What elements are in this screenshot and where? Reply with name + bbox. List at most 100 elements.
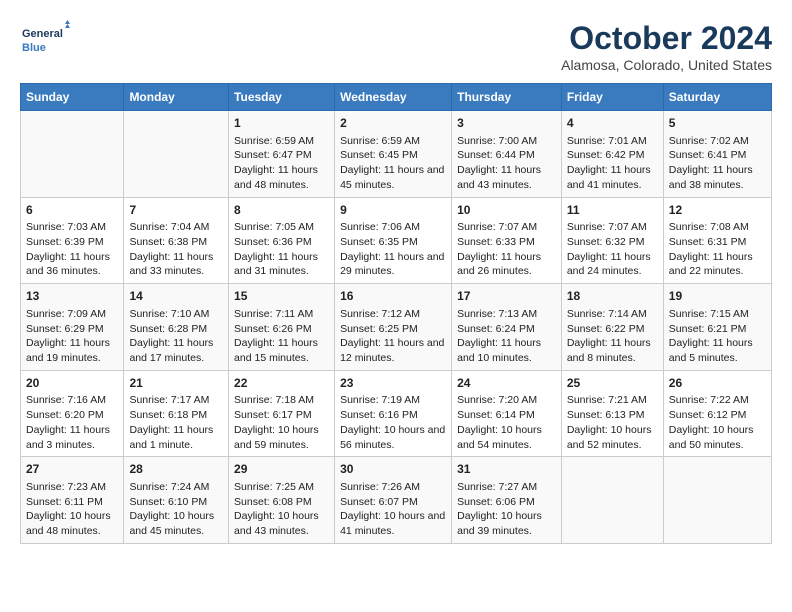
col-friday: Friday bbox=[561, 84, 663, 111]
calendar-cell: 7Sunrise: 7:04 AM Sunset: 6:38 PM Daylig… bbox=[124, 197, 229, 284]
col-thursday: Thursday bbox=[452, 84, 562, 111]
day-number: 12 bbox=[669, 202, 766, 219]
col-wednesday: Wednesday bbox=[335, 84, 452, 111]
col-tuesday: Tuesday bbox=[229, 84, 335, 111]
day-info: Sunrise: 7:15 AM Sunset: 6:21 PM Dayligh… bbox=[669, 307, 766, 366]
calendar-cell: 1 Sunrise: 6:59 AM Sunset: 6:47 PM Daylig… bbox=[229, 111, 335, 198]
day-info: Sunrise: 7:07 AM Sunset: 6:33 PM Dayligh… bbox=[457, 220, 556, 279]
calendar-cell bbox=[561, 457, 663, 544]
day-number: 7 bbox=[129, 202, 223, 219]
day-info: Sunrise: 7:05 AM Sunset: 6:36 PM Dayligh… bbox=[234, 220, 329, 279]
day-number: 21 bbox=[129, 375, 223, 392]
day-info: Sunrise: 7:00 AM Sunset: 6:44 PM Dayligh… bbox=[457, 134, 556, 193]
day-number: 29 bbox=[234, 461, 329, 478]
day-info: Sunrise: 7:03 AM Sunset: 6:39 PM Dayligh… bbox=[26, 220, 118, 279]
header-row: Sunday Monday Tuesday Wednesday Thursday… bbox=[21, 84, 772, 111]
calendar-cell: 22Sunrise: 7:18 AM Sunset: 6:17 PM Dayli… bbox=[229, 370, 335, 457]
col-monday: Monday bbox=[124, 84, 229, 111]
calendar-cell: 9Sunrise: 7:06 AM Sunset: 6:35 PM Daylig… bbox=[335, 197, 452, 284]
day-info: Sunrise: 7:17 AM Sunset: 6:18 PM Dayligh… bbox=[129, 393, 223, 452]
calendar-body: 1 Sunrise: 6:59 AM Sunset: 6:47 PM Daylig… bbox=[21, 111, 772, 544]
logo: General Blue bbox=[20, 20, 70, 60]
calendar-cell: 26Sunrise: 7:22 AM Sunset: 6:12 PM Dayli… bbox=[663, 370, 771, 457]
day-info: Sunrise: 7:26 AM Sunset: 6:07 PM Dayligh… bbox=[340, 480, 446, 539]
day-info: Sunrise: 7:07 AM Sunset: 6:32 PM Dayligh… bbox=[567, 220, 658, 279]
day-number: 19 bbox=[669, 288, 766, 305]
calendar-cell: 31Sunrise: 7:27 AM Sunset: 6:06 PM Dayli… bbox=[452, 457, 562, 544]
calendar-header: Sunday Monday Tuesday Wednesday Thursday… bbox=[21, 84, 772, 111]
calendar-cell: 21Sunrise: 7:17 AM Sunset: 6:18 PM Dayli… bbox=[124, 370, 229, 457]
title-area: October 2024 Alamosa, Colorado, United S… bbox=[561, 20, 772, 73]
day-number: 20 bbox=[26, 375, 118, 392]
calendar-cell: 12Sunrise: 7:08 AM Sunset: 6:31 PM Dayli… bbox=[663, 197, 771, 284]
svg-text:Blue: Blue bbox=[22, 42, 46, 54]
day-number: 2 bbox=[340, 115, 446, 132]
day-info: Sunrise: 7:08 AM Sunset: 6:31 PM Dayligh… bbox=[669, 220, 766, 279]
day-number: 11 bbox=[567, 202, 658, 219]
calendar-cell: 16Sunrise: 7:12 AM Sunset: 6:25 PM Dayli… bbox=[335, 284, 452, 371]
day-info: Sunrise: 7:02 AM Sunset: 6:41 PM Dayligh… bbox=[669, 134, 766, 193]
calendar-cell: 4Sunrise: 7:01 AM Sunset: 6:42 PM Daylig… bbox=[561, 111, 663, 198]
day-number: 22 bbox=[234, 375, 329, 392]
day-number: 26 bbox=[669, 375, 766, 392]
calendar-cell: 18Sunrise: 7:14 AM Sunset: 6:22 PM Dayli… bbox=[561, 284, 663, 371]
day-info: Sunrise: 7:25 AM Sunset: 6:08 PM Dayligh… bbox=[234, 480, 329, 539]
day-number: 13 bbox=[26, 288, 118, 305]
day-info: Sunrise: 7:04 AM Sunset: 6:38 PM Dayligh… bbox=[129, 220, 223, 279]
day-info: Sunrise: 7:01 AM Sunset: 6:42 PM Dayligh… bbox=[567, 134, 658, 193]
day-info: Sunrise: 6:59 AM Sunset: 6:47 PM Dayligh… bbox=[234, 134, 329, 193]
calendar-cell bbox=[663, 457, 771, 544]
calendar-cell: 30 Sunrise: 7:26 AM Sunset: 6:07 PM Dayli… bbox=[335, 457, 452, 544]
day-number: 25 bbox=[567, 375, 658, 392]
col-sunday: Sunday bbox=[21, 84, 124, 111]
calendar-cell: 23Sunrise: 7:19 AM Sunset: 6:16 PM Dayli… bbox=[335, 370, 452, 457]
day-number: 17 bbox=[457, 288, 556, 305]
day-number: 3 bbox=[457, 115, 556, 132]
day-info: Sunrise: 7:09 AM Sunset: 6:29 PM Dayligh… bbox=[26, 307, 118, 366]
calendar-cell: 28Sunrise: 7:24 AM Sunset: 6:10 PM Dayli… bbox=[124, 457, 229, 544]
day-number: 10 bbox=[457, 202, 556, 219]
calendar-row-1: 6Sunrise: 7:03 AM Sunset: 6:39 PM Daylig… bbox=[21, 197, 772, 284]
day-number: 31 bbox=[457, 461, 556, 478]
day-number: 15 bbox=[234, 288, 329, 305]
calendar-row-0: 1 Sunrise: 6:59 AM Sunset: 6:47 PM Daylig… bbox=[21, 111, 772, 198]
calendar-cell: 5Sunrise: 7:02 AM Sunset: 6:41 PM Daylig… bbox=[663, 111, 771, 198]
day-info: Sunrise: 7:18 AM Sunset: 6:17 PM Dayligh… bbox=[234, 393, 329, 452]
day-number: 23 bbox=[340, 375, 446, 392]
calendar-cell: 29 Sunrise: 7:25 AM Sunset: 6:08 PM Dayli… bbox=[229, 457, 335, 544]
calendar-cell: 2Sunrise: 6:59 AM Sunset: 6:45 PM Daylig… bbox=[335, 111, 452, 198]
day-number: 16 bbox=[340, 288, 446, 305]
day-info: Sunrise: 7:24 AM Sunset: 6:10 PM Dayligh… bbox=[129, 480, 223, 539]
day-number: 24 bbox=[457, 375, 556, 392]
calendar-row-4: 27 Sunrise: 7:23 AM Sunset: 6:11 PM Dayli… bbox=[21, 457, 772, 544]
calendar-cell: 19 Sunrise: 7:15 AM Sunset: 6:21 PM Dayli… bbox=[663, 284, 771, 371]
calendar-cell: 17 Sunrise: 7:13 AM Sunset: 6:24 PM Dayli… bbox=[452, 284, 562, 371]
calendar-cell: 14Sunrise: 7:10 AM Sunset: 6:28 PM Dayli… bbox=[124, 284, 229, 371]
day-number: 30 bbox=[340, 461, 446, 478]
calendar-cell: 3 Sunrise: 7:00 AM Sunset: 6:44 PM Daylig… bbox=[452, 111, 562, 198]
calendar-cell: 6Sunrise: 7:03 AM Sunset: 6:39 PM Daylig… bbox=[21, 197, 124, 284]
day-info: Sunrise: 7:23 AM Sunset: 6:11 PM Dayligh… bbox=[26, 480, 118, 539]
day-number: 6 bbox=[26, 202, 118, 219]
day-info: Sunrise: 7:13 AM Sunset: 6:24 PM Dayligh… bbox=[457, 307, 556, 366]
day-info: Sunrise: 7:20 AM Sunset: 6:14 PM Dayligh… bbox=[457, 393, 556, 452]
page-header: General Blue October 2024 Alamosa, Color… bbox=[20, 20, 772, 73]
day-info: Sunrise: 7:21 AM Sunset: 6:13 PM Dayligh… bbox=[567, 393, 658, 452]
day-info: Sunrise: 7:14 AM Sunset: 6:22 PM Dayligh… bbox=[567, 307, 658, 366]
col-saturday: Saturday bbox=[663, 84, 771, 111]
day-info: Sunrise: 7:11 AM Sunset: 6:26 PM Dayligh… bbox=[234, 307, 329, 366]
calendar-row-3: 20Sunrise: 7:16 AM Sunset: 6:20 PM Dayli… bbox=[21, 370, 772, 457]
calendar-cell: 24Sunrise: 7:20 AM Sunset: 6:14 PM Dayli… bbox=[452, 370, 562, 457]
calendar-cell bbox=[21, 111, 124, 198]
svg-text:General: General bbox=[22, 28, 63, 40]
day-info: Sunrise: 7:06 AM Sunset: 6:35 PM Dayligh… bbox=[340, 220, 446, 279]
day-number: 27 bbox=[26, 461, 118, 478]
calendar-cell bbox=[124, 111, 229, 198]
day-info: Sunrise: 7:16 AM Sunset: 6:20 PM Dayligh… bbox=[26, 393, 118, 452]
calendar-cell: 13 Sunrise: 7:09 AM Sunset: 6:29 PM Dayli… bbox=[21, 284, 124, 371]
calendar-row-2: 13 Sunrise: 7:09 AM Sunset: 6:29 PM Dayli… bbox=[21, 284, 772, 371]
day-info: Sunrise: 7:19 AM Sunset: 6:16 PM Dayligh… bbox=[340, 393, 446, 452]
day-number: 1 bbox=[234, 115, 329, 132]
calendar-cell: 20Sunrise: 7:16 AM Sunset: 6:20 PM Dayli… bbox=[21, 370, 124, 457]
day-info: Sunrise: 7:10 AM Sunset: 6:28 PM Dayligh… bbox=[129, 307, 223, 366]
